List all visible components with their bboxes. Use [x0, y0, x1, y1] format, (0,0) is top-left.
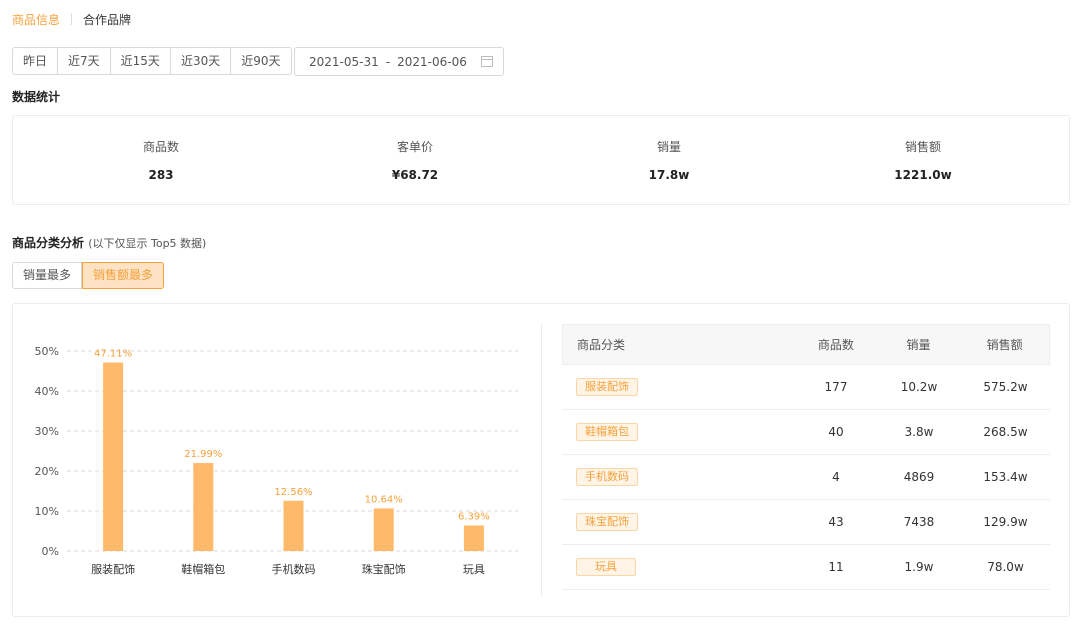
date-start: 2021-05-31 [309, 54, 379, 69]
analysis-title-text: 商品分类分析 [12, 236, 85, 250]
category-tag: 服装配饰 [576, 378, 638, 396]
table-row: 珠宝配饰 43 7438 129.9w [562, 500, 1050, 545]
x-tick-label: 鞋帽箱包 [181, 562, 225, 576]
sort-toggle: 销量最多 销售额最多 [12, 262, 165, 289]
card-divider [541, 324, 542, 596]
stat-label: 客单价 [396, 140, 433, 154]
top-tabs: 商品信息 合作品牌 [12, 10, 131, 28]
cell-sales: 10.2w [900, 380, 938, 394]
stat-value: 283 [148, 168, 174, 182]
range-yesterday-button[interactable]: 昨日 [13, 48, 59, 74]
date-range-buttons: 昨日 近7天 近15天 近30天 近90天 [12, 47, 292, 75]
table-row: 服装配饰 177 10.2w 575.2w [562, 365, 1050, 410]
y-tick-label: 30% [35, 425, 59, 438]
range-90-days-button[interactable]: 近90天 [231, 48, 291, 74]
cell-count: 43 [828, 515, 844, 529]
header-count: 商品数 [817, 338, 854, 352]
category-tag: 鞋帽箱包 [576, 423, 638, 441]
category-bar-chart: 0% 10% 20% 30% 40% 50% 47.11% 服装配饰 21.99% 鞋帽箱包 12.… [35, 345, 518, 576]
analysis-note: (以下仅显示 Top5 数据) [88, 237, 207, 250]
cell-count: 11 [828, 560, 844, 574]
bar-value-label: 10.64% [365, 494, 403, 505]
analysis-section-title: 商品分类分析 (以下仅显示 Top5 数据) [12, 234, 206, 251]
bar-value-label: 6.39% [458, 511, 490, 522]
date-end: 2021-06-06 [397, 54, 467, 69]
tab-product-info[interactable]: 商品信息 [12, 11, 60, 28]
cell-count: 4 [832, 470, 840, 484]
y-tick-label: 40% [35, 385, 59, 398]
bar [463, 525, 484, 551]
y-tick-label: 50% [35, 345, 59, 358]
bar [283, 500, 304, 551]
category-tag: 珠宝配饰 [576, 513, 638, 531]
stat-value: 1221.0w [894, 168, 952, 182]
x-tick-label: 手机数码 [272, 562, 316, 576]
date-separator: - [385, 54, 391, 69]
date-range-picker[interactable]: 2021-05-31 - 2021-06-06 [294, 47, 504, 76]
table-row: 玩具 11 1.9w 78.0w [562, 545, 1050, 590]
table-row: 手机数码 4 4869 153.4w [562, 455, 1050, 500]
bar [373, 508, 394, 551]
bar-value-label: 12.56% [274, 487, 312, 498]
cell-count: 40 [828, 425, 844, 439]
bar-value-label: 21.99% [184, 449, 222, 460]
tab-divider [71, 13, 73, 25]
calendar-icon[interactable] [481, 56, 493, 67]
cell-revenue: 575.2w [983, 380, 1028, 394]
most-revenue-button[interactable]: 销售额最多 [82, 262, 165, 289]
x-tick-label: 珠宝配饰 [362, 562, 406, 576]
y-tick-label: 20% [35, 465, 59, 478]
y-tick-label: 10% [35, 505, 59, 518]
cell-revenue: 78.0w [987, 560, 1024, 574]
category-table: 商品分类 商品数 销量 销售额 服装配饰 177 10.2w 575.2w 鞋帽… [562, 324, 1050, 590]
stats-card: 商品数 283 客单价 ¥68.72 销量 17.8w 销售额 1221.0w [12, 115, 1070, 205]
x-tick-label: 玩具 [463, 563, 485, 576]
cell-revenue: 153.4w [983, 470, 1028, 484]
cell-sales: 7438 [903, 515, 935, 529]
bar [193, 463, 214, 551]
stat-label: 销售额 [904, 140, 941, 154]
range-30-days-button[interactable]: 近30天 [170, 48, 232, 74]
bar [103, 362, 124, 551]
stats-section-title: 数据统计 [12, 90, 61, 104]
category-analysis-card: 0% 10% 20% 30% 40% 50% 47.11% 服装配饰 21.99% 鞋帽箱包 12.… [12, 303, 1070, 617]
bar-value-label: 47.11% [94, 349, 132, 360]
cell-sales: 4869 [903, 470, 935, 484]
category-tag: 手机数码 [576, 468, 638, 486]
most-sales-button[interactable]: 销量最多 [12, 262, 83, 289]
x-tick-label: 服装配饰 [91, 562, 135, 576]
cell-revenue: 268.5w [983, 425, 1028, 439]
range-15-days-button[interactable]: 近15天 [110, 48, 171, 74]
table-row: 鞋帽箱包 40 3.8w 268.5w [562, 410, 1050, 455]
table-header: 商品分类 商品数 销量 销售额 [562, 324, 1050, 365]
header-category: 商品分类 [577, 338, 626, 352]
stat-label: 销量 [656, 140, 681, 154]
stat-value: 17.8w [648, 168, 690, 182]
tab-partner-brands[interactable]: 合作品牌 [83, 11, 131, 28]
cell-sales: 1.9w [904, 560, 934, 574]
cell-sales: 3.8w [904, 425, 934, 439]
y-tick-label: 0% [42, 545, 59, 558]
stat-label: 商品数 [142, 140, 179, 154]
header-revenue: 销售额 [986, 338, 1023, 352]
category-tag: 玩具 [576, 558, 636, 576]
range-7-days-button[interactable]: 近7天 [58, 48, 111, 74]
cell-revenue: 129.9w [983, 515, 1028, 529]
stat-value: ¥68.72 [391, 168, 439, 182]
cell-count: 177 [824, 380, 848, 394]
header-sales: 销量 [906, 338, 931, 352]
